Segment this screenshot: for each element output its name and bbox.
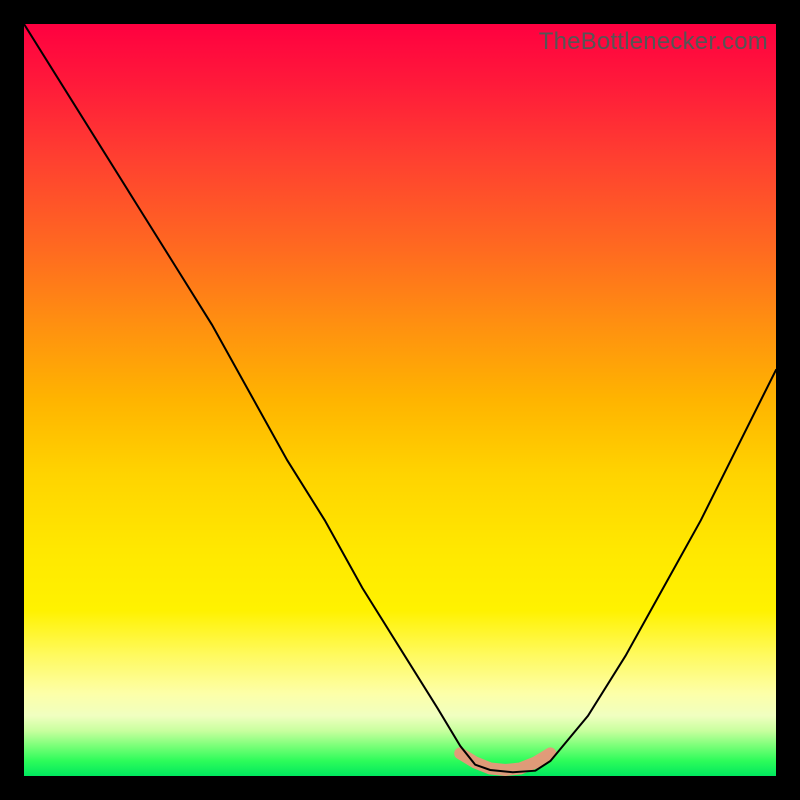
watermark-text: TheBottleneсker.com (539, 28, 768, 56)
plot-area: TheBottleneсker.com (24, 24, 776, 776)
bottleneck-curve-line (24, 24, 776, 772)
chart-svg (24, 24, 776, 776)
chart-frame: TheBottleneсker.com (0, 0, 800, 800)
